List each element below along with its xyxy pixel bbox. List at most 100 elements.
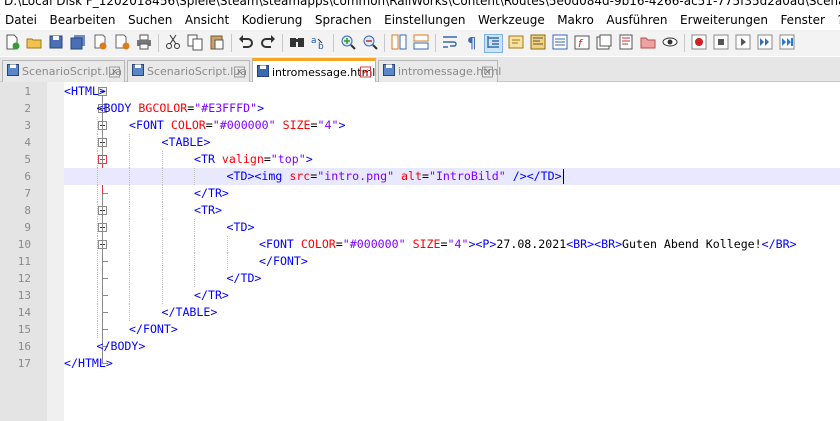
code-editor[interactable]: 1 2 3 4 5 6 7 8 9 10 11 12 13 14 15 16 17 <HTML> <BODY BG… bbox=[0, 82, 840, 421]
code-line[interactable]: <TR valign="top"> bbox=[194, 151, 313, 168]
close-icon[interactable]: ✕ bbox=[234, 66, 245, 77]
indent-guide bbox=[161, 168, 163, 185]
open-file-button[interactable] bbox=[24, 34, 43, 53]
language-button[interactable] bbox=[506, 34, 525, 53]
menu-item[interactable]: Datei bbox=[5, 13, 37, 27]
line-number: 15 bbox=[17, 323, 31, 336]
paste-button[interactable] bbox=[207, 34, 226, 53]
folder-workspace-button[interactable]: f bbox=[572, 34, 591, 53]
zoom-in-button[interactable] bbox=[338, 34, 357, 53]
code-line[interactable]: <BODY BGCOLOR="#E3FFFD"> bbox=[97, 100, 265, 117]
function-list-button[interactable] bbox=[550, 34, 569, 53]
code-line[interactable]: </TR> bbox=[194, 287, 229, 304]
line-number: 5 bbox=[24, 153, 31, 166]
copy-button[interactable] bbox=[185, 34, 204, 53]
code-line[interactable]: <TABLE> bbox=[162, 134, 211, 151]
menu-item[interactable]: Suchen bbox=[128, 13, 172, 27]
text-content: = bbox=[335, 237, 343, 251]
code-line[interactable]: <TD><img src="intro.png" alt="IntroBild"… bbox=[227, 168, 562, 185]
text-content: Guten Abend Kollege! bbox=[622, 237, 762, 251]
print-button[interactable] bbox=[134, 34, 153, 53]
code-line[interactable]: </HTML> bbox=[64, 355, 113, 372]
code-line[interactable]: </TABLE> bbox=[162, 304, 218, 321]
text-content: = bbox=[440, 237, 448, 251]
html-tag: <FONT bbox=[259, 237, 301, 251]
close-file-button[interactable] bbox=[90, 34, 109, 53]
menu-item[interactable]: Ansicht bbox=[185, 13, 229, 27]
menu-item[interactable]: Ausführen bbox=[606, 13, 667, 27]
code-line[interactable]: </FONT> bbox=[259, 253, 308, 270]
svg-text:b: b bbox=[318, 42, 324, 51]
folder-button[interactable] bbox=[638, 34, 657, 53]
code-line[interactable]: <TR> bbox=[194, 202, 222, 219]
menu-item[interactable]: Werkzeuge bbox=[478, 13, 545, 27]
html-tag: </TABLE> bbox=[161, 305, 218, 319]
code-line[interactable]: <FONT COLOR="#000000" SIZE="4"><P>27.08.… bbox=[259, 236, 797, 253]
indent-guide bbox=[129, 134, 130, 151]
code-line[interactable]: </BODY> bbox=[97, 338, 146, 355]
close-icon[interactable]: ✕ bbox=[360, 66, 371, 78]
find-button[interactable] bbox=[287, 34, 306, 53]
code-line[interactable]: <TD> bbox=[227, 219, 255, 236]
run-macro-multiple-button[interactable] bbox=[755, 34, 774, 53]
line-number: 2 bbox=[24, 102, 31, 115]
code-line[interactable]: </TR> bbox=[194, 185, 229, 202]
close-icon[interactable]: ✕ bbox=[109, 66, 120, 77]
code-line[interactable]: </TD> bbox=[227, 270, 262, 287]
tab-scenarioscript-lua[interactable]: ScenarioScript.lua ✕ bbox=[2, 60, 125, 82]
zoom-out-button[interactable] bbox=[360, 34, 379, 53]
menu-item[interactable]: Bearbeiten bbox=[50, 13, 116, 27]
html-tag: </TR> bbox=[194, 186, 229, 200]
save-all-button[interactable] bbox=[68, 34, 87, 53]
tab-scenarioscript-lua[interactable]: ScenarioScript.lua ✕ bbox=[127, 60, 250, 82]
print-icon bbox=[135, 33, 153, 54]
sync-vertical-button[interactable] bbox=[389, 34, 408, 53]
undo-button[interactable] bbox=[236, 34, 255, 53]
close-all-button[interactable] bbox=[112, 34, 131, 53]
attribute-name: SIZE bbox=[282, 118, 311, 132]
eye-button[interactable] bbox=[660, 34, 679, 53]
indent-guide-button[interactable] bbox=[484, 33, 503, 53]
menu-item[interactable]: Erweiterungen bbox=[680, 13, 768, 27]
doc-list-button[interactable] bbox=[616, 34, 635, 53]
save-macro-button[interactable] bbox=[777, 34, 796, 53]
stop-record-button[interactable] bbox=[711, 34, 730, 53]
code-line[interactable]: </FONT> bbox=[129, 321, 178, 338]
html-tag: </TR> bbox=[194, 288, 229, 302]
indent-guide bbox=[161, 202, 163, 219]
monitoring-icon bbox=[595, 33, 613, 54]
show-all-chars-button[interactable]: ¶ bbox=[462, 34, 481, 53]
monitoring-button[interactable] bbox=[594, 34, 613, 53]
tab-label: ScenarioScript.lua bbox=[147, 65, 247, 78]
redo-button[interactable] bbox=[258, 34, 277, 53]
indent-guide bbox=[161, 151, 163, 168]
tab-intromessage-html[interactable]: intromessage.html ✕ bbox=[252, 58, 376, 83]
word-wrap-icon bbox=[441, 33, 459, 54]
line-number: 11 bbox=[17, 255, 31, 268]
sync-horizontal-button[interactable] bbox=[411, 34, 430, 53]
word-wrap-button[interactable] bbox=[440, 34, 459, 53]
line-number: 3 bbox=[24, 119, 31, 132]
record-macro-button[interactable] bbox=[689, 34, 708, 53]
close-icon[interactable]: ✕ bbox=[482, 66, 493, 77]
document-map-button[interactable] bbox=[528, 34, 547, 53]
line-number: 1 bbox=[24, 85, 31, 98]
show-all-chars-icon: ¶ bbox=[463, 33, 481, 54]
indent-guide bbox=[96, 185, 98, 202]
tab-intromessage-html[interactable]: intromessage.html ✕ bbox=[378, 60, 501, 82]
cut-button[interactable] bbox=[163, 34, 182, 53]
save-button[interactable] bbox=[46, 34, 65, 53]
fold-margin[interactable] bbox=[47, 82, 108, 421]
code-line[interactable]: <HTML> bbox=[64, 83, 106, 100]
menu-item[interactable]: Makro bbox=[557, 13, 594, 27]
replace-button[interactable]: ab bbox=[309, 34, 328, 53]
menu-item[interactable]: Fenster bbox=[780, 13, 825, 27]
menu-item[interactable]: Kodierung bbox=[242, 13, 303, 27]
menu-item[interactable]: Sprachen bbox=[315, 13, 372, 27]
play-macro-button[interactable] bbox=[733, 34, 752, 53]
menu-item[interactable]: Einstellungen bbox=[384, 13, 465, 27]
paste-icon bbox=[208, 33, 226, 54]
new-file-button[interactable] bbox=[2, 34, 21, 53]
line-number: 9 bbox=[24, 221, 31, 234]
code-line[interactable]: <FONT COLOR="#000000" SIZE="4"> bbox=[129, 117, 345, 134]
